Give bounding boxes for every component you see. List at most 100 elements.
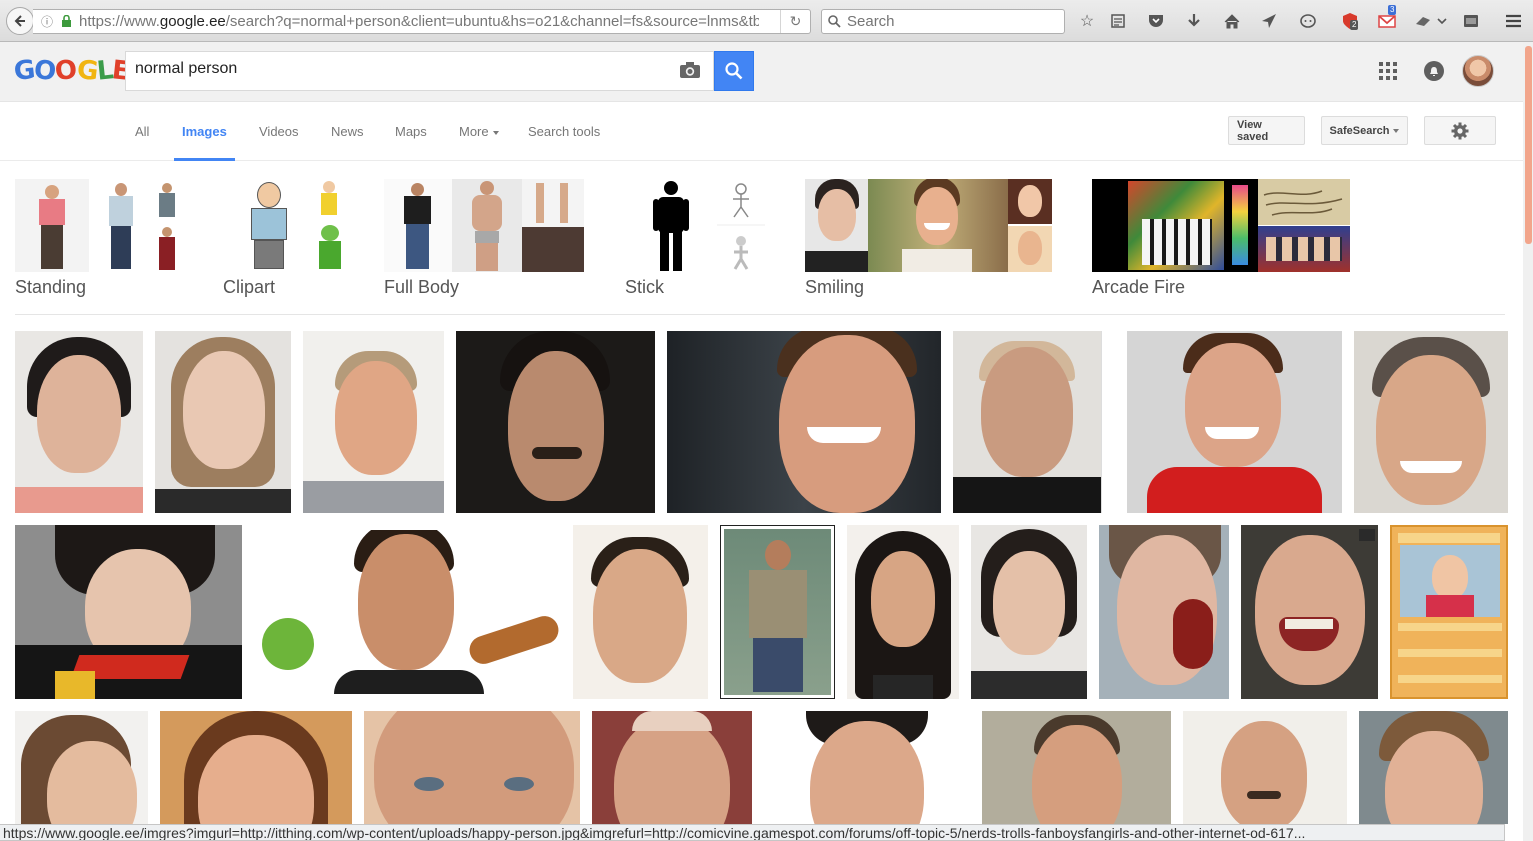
image-result-thumb[interactable] bbox=[1390, 525, 1508, 699]
safesearch-button[interactable]: SafeSearch bbox=[1321, 116, 1408, 145]
lock-icon[interactable] bbox=[59, 15, 73, 28]
image-result-thumb[interactable] bbox=[720, 525, 835, 699]
image-result-thumb[interactable] bbox=[667, 331, 941, 513]
related-thumb bbox=[717, 179, 765, 272]
related-thumb bbox=[153, 179, 183, 272]
url-text[interactable]: https://www.google.ee/search?q=normal+pe… bbox=[79, 13, 759, 30]
tab-images[interactable]: Images bbox=[182, 124, 227, 139]
reading-list-icon[interactable] bbox=[1107, 11, 1129, 31]
image-result-thumb[interactable] bbox=[254, 530, 561, 694]
hamburger-menu-icon[interactable] bbox=[1502, 11, 1524, 31]
image-result-thumb[interactable] bbox=[1127, 331, 1342, 513]
related-chip-smiling[interactable]: Smiling bbox=[805, 179, 1052, 297]
active-tab-indicator bbox=[174, 158, 235, 161]
image-result-thumb[interactable] bbox=[971, 525, 1087, 699]
mail-badge: 3 bbox=[1388, 5, 1397, 15]
related-thumb bbox=[89, 179, 153, 272]
image-result-thumb[interactable] bbox=[573, 525, 708, 699]
send-icon[interactable] bbox=[1258, 11, 1280, 31]
apps-grid-icon[interactable] bbox=[1379, 62, 1397, 80]
image-result-thumb[interactable] bbox=[1241, 525, 1378, 699]
search-button[interactable] bbox=[714, 51, 754, 91]
image-result-thumb[interactable] bbox=[953, 331, 1114, 513]
related-thumb bbox=[384, 179, 452, 272]
status-bar-link-preview: https://www.google.ee/imgres?imgurl=http… bbox=[0, 824, 1505, 841]
image-result-thumb[interactable] bbox=[364, 711, 580, 824]
image-result-thumb[interactable] bbox=[592, 711, 752, 824]
sidebar-icon[interactable] bbox=[1460, 11, 1482, 31]
stick-figure-icon bbox=[717, 183, 765, 270]
back-button[interactable] bbox=[6, 7, 34, 35]
adblock-icon[interactable]: 2 bbox=[1339, 11, 1361, 31]
related-label: Standing bbox=[15, 277, 87, 297]
query-box bbox=[125, 51, 714, 91]
related-chip-stick[interactable]: Stick bbox=[625, 179, 765, 297]
image-result-thumb[interactable] bbox=[847, 525, 959, 699]
related-thumb bbox=[223, 179, 315, 272]
tab-more[interactable]: More bbox=[459, 124, 499, 139]
view-saved-button[interactable]: View saved bbox=[1228, 116, 1305, 145]
related-chip-full-body[interactable]: Full Body bbox=[384, 179, 584, 297]
info-icon[interactable]: ⓘ bbox=[39, 13, 55, 30]
tab-videos[interactable]: Videos bbox=[259, 124, 299, 139]
image-result-thumb[interactable] bbox=[15, 525, 242, 699]
image-result-thumb[interactable] bbox=[1354, 331, 1508, 513]
reload-icon[interactable]: ↻ bbox=[780, 10, 810, 33]
caret-down-icon bbox=[492, 130, 499, 135]
related-label: Clipart bbox=[223, 277, 276, 297]
browser-search-input[interactable] bbox=[847, 13, 1057, 30]
related-divider bbox=[15, 314, 1505, 315]
pocket-icon[interactable] bbox=[1145, 11, 1167, 31]
image-result-thumb[interactable] bbox=[303, 331, 444, 513]
related-chip-arcade-fire[interactable]: Arcade Fire bbox=[1092, 179, 1350, 297]
home-icon[interactable] bbox=[1221, 11, 1243, 31]
search-icon bbox=[725, 62, 743, 80]
related-thumb bbox=[452, 179, 522, 272]
stick-figure-icon bbox=[653, 181, 689, 271]
browser-search-bar[interactable] bbox=[821, 9, 1065, 34]
image-result-thumb[interactable] bbox=[1359, 711, 1508, 824]
image-result-thumb[interactable] bbox=[15, 711, 148, 824]
gmail-icon[interactable]: 3 bbox=[1376, 5, 1398, 31]
related-thumb bbox=[805, 179, 868, 272]
chevron-down-icon[interactable] bbox=[1431, 11, 1453, 31]
tab-search-tools[interactable]: Search tools bbox=[528, 124, 600, 139]
tab-maps[interactable]: Maps bbox=[395, 124, 427, 139]
query-input[interactable] bbox=[135, 60, 655, 78]
search-icon bbox=[828, 15, 841, 28]
related-chip-standing[interactable]: Standing bbox=[15, 179, 183, 297]
google-doodle-logo[interactable]: GOOGLE bbox=[12, 54, 130, 88]
settings-button[interactable] bbox=[1424, 116, 1496, 145]
chat-icon[interactable] bbox=[1297, 11, 1319, 31]
image-result-thumb[interactable] bbox=[456, 331, 655, 513]
image-result-thumb[interactable] bbox=[1183, 711, 1347, 824]
ext-badge: 2 bbox=[1350, 20, 1359, 30]
tab-all[interactable]: All bbox=[135, 124, 149, 139]
bookmark-star-icon[interactable]: ☆ bbox=[1076, 11, 1098, 31]
related-chip-clipart[interactable]: Clipart bbox=[223, 179, 345, 297]
image-result-thumb[interactable] bbox=[160, 711, 352, 824]
related-thumb bbox=[1008, 179, 1052, 272]
caret-down-icon bbox=[1393, 128, 1400, 133]
logo-letter: O bbox=[53, 54, 79, 88]
image-result-thumb[interactable] bbox=[15, 331, 143, 513]
related-label: Arcade Fire bbox=[1092, 277, 1186, 297]
related-label: Stick bbox=[625, 277, 665, 297]
thumb-badge bbox=[1359, 529, 1375, 541]
image-result-thumb[interactable] bbox=[982, 711, 1171, 824]
browser-toolbar: ⓘ https://www.google.ee/search?q=normal+… bbox=[0, 0, 1533, 42]
url-bar[interactable]: ⓘ https://www.google.ee/search?q=normal+… bbox=[33, 9, 811, 34]
camera-icon[interactable] bbox=[679, 61, 701, 81]
page-scrollbar-thumb[interactable] bbox=[1525, 46, 1532, 244]
tab-news[interactable]: News bbox=[331, 124, 364, 139]
download-icon[interactable] bbox=[1183, 11, 1205, 31]
image-result-thumb[interactable] bbox=[155, 331, 291, 513]
notifications-bell-icon[interactable] bbox=[1424, 61, 1444, 81]
user-avatar[interactable] bbox=[1462, 55, 1494, 87]
related-thumb bbox=[315, 179, 345, 272]
gear-icon bbox=[1451, 122, 1469, 139]
related-thumb bbox=[1092, 179, 1258, 272]
related-thumb bbox=[1258, 179, 1350, 272]
image-result-thumb[interactable] bbox=[764, 711, 970, 824]
image-result-thumb[interactable] bbox=[1099, 525, 1229, 699]
